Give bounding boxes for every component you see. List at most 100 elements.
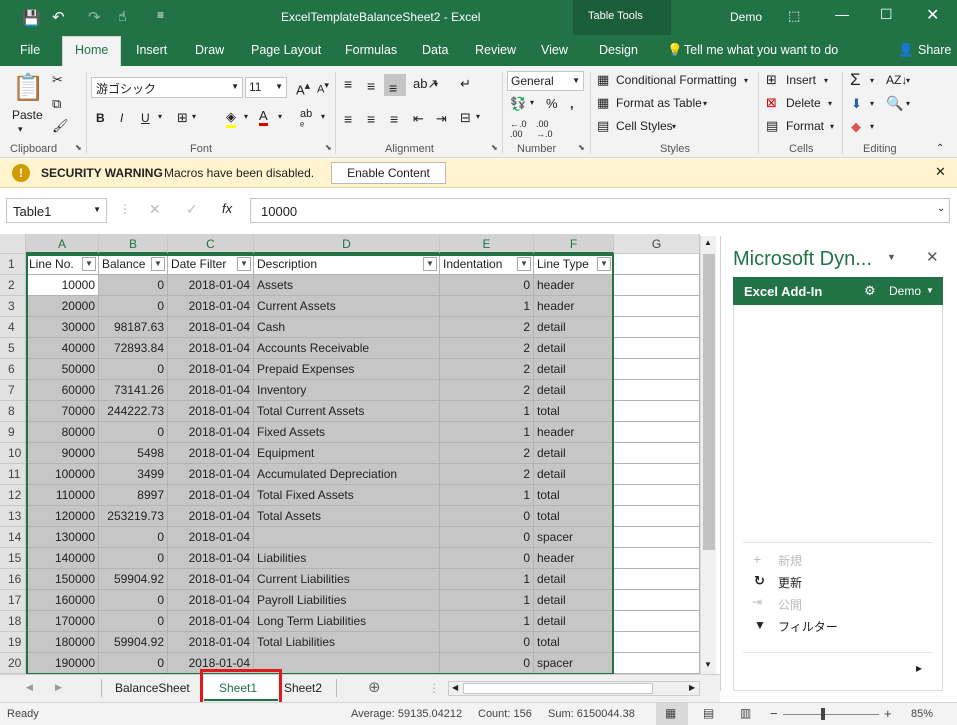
table-cell[interactable]: 2018-01-04 [168, 464, 254, 485]
table-cell[interactable]: Total Fixed Assets [254, 485, 440, 506]
empty-cell[interactable] [614, 359, 700, 380]
row-header[interactable]: 5 [0, 338, 26, 359]
insert-cells-button[interactable]: Insert [786, 73, 816, 87]
bold-icon[interactable]: B [96, 111, 105, 125]
table-cell[interactable]: 2 [440, 464, 534, 485]
table-cell[interactable]: 40000 [26, 338, 99, 359]
table-cell[interactable]: 253219.73 [99, 506, 168, 527]
table-cell[interactable]: 2018-01-04 [168, 632, 254, 653]
table-cell[interactable]: 2018-01-04 [168, 548, 254, 569]
table-cell[interactable]: 120000 [26, 506, 99, 527]
row-header[interactable]: 9 [0, 422, 26, 443]
table-cell[interactable]: Inventory [254, 380, 440, 401]
horizontal-scrollbar[interactable]: ◀ ▶ [448, 681, 700, 696]
filter-dropdown-icon[interactable]: ▼ [151, 257, 165, 271]
table-cell[interactable]: total [534, 401, 614, 422]
addin-user[interactable]: Demo [889, 284, 921, 298]
zoom-out-icon[interactable]: − [770, 706, 778, 721]
table-cell[interactable]: 2018-01-04 [168, 569, 254, 590]
empty-cell[interactable] [614, 485, 700, 506]
row-header[interactable]: 20 [0, 653, 26, 674]
filter-dropdown-icon[interactable]: ▼ [237, 257, 251, 271]
table-cell[interactable]: total [534, 506, 614, 527]
table-cell[interactable]: Current Liabilities [254, 569, 440, 590]
align-right-icon[interactable]: ≡ [390, 111, 398, 127]
row-header[interactable]: 2 [0, 275, 26, 296]
table-cell[interactable]: 0 [440, 527, 534, 548]
font-size-select[interactable]: 11 ▼ [245, 77, 287, 98]
table-cell[interactable]: Current Assets [254, 296, 440, 317]
page-break-view-icon[interactable]: ▥ [740, 706, 751, 720]
percent-icon[interactable]: % [546, 96, 558, 111]
enter-formula-icon[interactable]: ✓ [186, 201, 198, 218]
align-center-icon[interactable]: ≡ [367, 111, 375, 127]
action-refresh[interactable]: 更新 [778, 574, 802, 591]
row-header[interactable]: 1 [0, 254, 26, 275]
formula-input[interactable]: 10000 [250, 198, 950, 223]
table-cell[interactable]: 0 [99, 422, 168, 443]
table-cell[interactable]: 1 [440, 485, 534, 506]
accounting-icon[interactable]: 💱 [510, 96, 526, 112]
format-as-table-button[interactable]: Format as Table [616, 96, 702, 110]
table-cell[interactable]: 60000 [26, 380, 99, 401]
table-cell[interactable]: 2018-01-04 [168, 506, 254, 527]
table-cell[interactable]: Equipment [254, 443, 440, 464]
align-top-icon[interactable]: ≡ [344, 76, 352, 92]
expand-formula-icon[interactable]: ⌄ [937, 203, 945, 214]
format-painter-icon[interactable]: 🖌 [52, 118, 69, 134]
table-cell[interactable]: 0 [99, 527, 168, 548]
table-cell[interactable]: 100000 [26, 464, 99, 485]
filter-dropdown-icon[interactable]: ▼ [423, 257, 437, 271]
table-cell[interactable]: Long Term Liabilities [254, 611, 440, 632]
comma-icon[interactable]: , [570, 96, 574, 111]
paste-icon[interactable]: 📋 [12, 72, 44, 103]
fill-icon[interactable]: ⬇ [851, 96, 862, 112]
find-select-icon[interactable]: 🔍 [886, 95, 903, 112]
touch-mode-icon[interactable]: ☝ [118, 8, 127, 25]
row-header[interactable]: 6 [0, 359, 26, 380]
zoom-slider-thumb[interactable] [821, 708, 825, 720]
minimize-icon[interactable]: — [835, 6, 849, 22]
table-cell[interactable]: 110000 [26, 485, 99, 506]
empty-cell[interactable] [614, 653, 700, 674]
cancel-formula-icon[interactable]: ✕ [149, 201, 161, 218]
row-header[interactable]: 17 [0, 590, 26, 611]
tell-me-input[interactable]: Tell me what you want to do [684, 43, 838, 57]
decrease-decimal-icon[interactable]: .00 →.0 [536, 119, 553, 139]
table-cell[interactable]: 50000 [26, 359, 99, 380]
table-cell[interactable]: 80000 [26, 422, 99, 443]
table-cell[interactable]: 90000 [26, 443, 99, 464]
table-cell[interactable]: 2 [440, 359, 534, 380]
user-name[interactable]: Demo [730, 10, 762, 24]
table-cell[interactable]: 59904.92 [99, 632, 168, 653]
pane-close-icon[interactable]: ✕ [926, 248, 939, 266]
empty-cell[interactable] [614, 380, 700, 401]
name-box[interactable]: Table1 ▼ [6, 198, 107, 223]
prev-sheet-icon[interactable]: ◀ [26, 682, 33, 693]
filter-dropdown-icon[interactable]: ▼ [597, 257, 611, 271]
tab-page-layout[interactable]: Page Layout [251, 43, 321, 57]
table-cell[interactable]: 150000 [26, 569, 99, 590]
table-cell[interactable]: Assets [254, 275, 440, 296]
format-cells-button[interactable]: Format [786, 119, 824, 133]
tab-formulas[interactable]: Formulas [345, 43, 397, 57]
sheet-tab-sheet2[interactable]: Sheet2 [284, 681, 322, 695]
empty-cell[interactable] [614, 338, 700, 359]
row-header[interactable]: 16 [0, 569, 26, 590]
table-cell[interactable]: header [534, 275, 614, 296]
table-cell[interactable]: Total Liabilities [254, 632, 440, 653]
font-name-select[interactable]: 游ゴシック ▼ [91, 77, 243, 98]
cut-icon[interactable]: ✂ [52, 72, 63, 88]
align-left-icon[interactable]: ≡ [344, 111, 352, 127]
increase-indent-icon[interactable]: ⇥ [436, 111, 447, 127]
collapse-ribbon-icon[interactable]: ⌃ [936, 143, 944, 154]
table-cell[interactable]: Fixed Assets [254, 422, 440, 443]
table-header-cell[interactable]: Balance ▼ [99, 254, 168, 275]
qat-customize-icon[interactable]: ≡ [157, 8, 164, 22]
autosum-icon[interactable]: Σ [850, 70, 861, 90]
table-cell[interactable]: detail [534, 317, 614, 338]
table-header-cell[interactable]: Line No. ▼ [26, 254, 99, 275]
zoom-slider[interactable] [783, 714, 879, 715]
pane-options-icon[interactable]: ▼ [887, 252, 896, 262]
table-cell[interactable]: 244222.73 [99, 401, 168, 422]
